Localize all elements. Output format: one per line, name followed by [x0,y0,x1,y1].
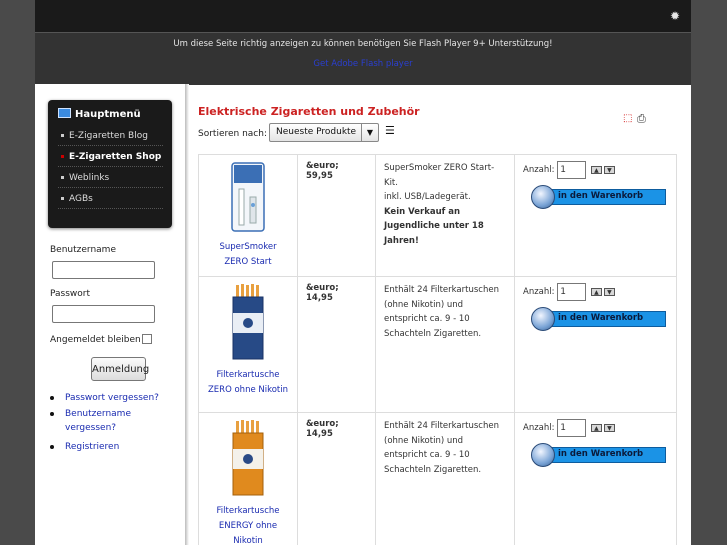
bullet-icon [61,154,64,158]
password-label: Passwort [50,289,91,299]
pdf-icon[interactable]: ⬚ [623,113,634,125]
cart-cell: Anzahl: 1 ▲ ▼ in den Warenkorb [514,412,677,545]
age-notice: Kein Verkauf an Jugendliche unter 18 Jah… [384,206,484,246]
table-row: SuperSmoker ZERO Start &euro; 59,95 Supe… [198,154,677,277]
product-image-cell: Filterkartusche ENERGY ohne Nikotin [198,412,298,545]
qty-decrease-icon[interactable]: ▼ [603,288,615,296]
gear-icon[interactable]: ✹ [669,10,681,22]
bullet-icon [61,175,64,179]
bullet-icon [61,133,64,137]
cart-button-label: in den Warenkorb [558,313,644,323]
cart-icon [531,185,555,209]
register-link[interactable]: Registrieren [50,440,180,454]
username-input[interactable] [52,261,155,279]
add-to-cart-button[interactable]: in den Warenkorb [531,307,666,331]
cart-icon [531,443,555,467]
menu-item-label: Weblinks [69,173,110,183]
top-bar: ✹ [35,0,691,32]
menu-item-label: E-Zigaretten Blog [69,131,148,141]
product-image[interactable] [230,161,266,233]
sort-selected-value: Neueste Produkte [276,127,357,137]
qty-increase-icon[interactable]: ▲ [590,288,602,296]
menu-item-label: AGBs [69,194,93,204]
remember-checkbox[interactable] [142,334,152,344]
qty-decrease-icon[interactable]: ▼ [603,166,615,174]
username-label: Benutzername [50,245,116,255]
remember-label: Angemeldet bleiben [50,335,141,345]
product-image-cell: Filterkartusche ZERO ohne Nikotin [198,276,298,413]
sidebar: Hauptmenü E-Zigaretten Blog E-Zigaretten… [35,84,185,545]
qty-decrease-icon[interactable]: ▼ [603,424,615,432]
sort-select[interactable]: Neueste Produkte ▼ [269,123,379,142]
qty-increase-icon[interactable]: ▲ [590,166,602,174]
bullet-icon [50,445,54,449]
bullet-icon [50,412,54,416]
product-description: Enthält 24 Filterkartuschen (ohne Nikoti… [375,412,515,545]
menu-item-weblinks[interactable]: Weblinks [58,168,163,188]
forgot-password-label: Passwort vergessen? [65,393,159,403]
cart-button-label: in den Warenkorb [558,191,644,201]
sort-label: Sortieren nach: [198,129,267,139]
sort-direction-icon[interactable]: ☰ [385,125,395,136]
product-image-cell: SuperSmoker ZERO Start [198,154,298,277]
qty-increase-icon[interactable]: ▲ [590,424,602,432]
menu-item-shop[interactable]: E-Zigaretten Shop [58,147,163,167]
menu-title-label: Hauptmenü [75,109,141,120]
menu-item-blog[interactable]: E-Zigaretten Blog [58,126,163,146]
main-menu: Hauptmenü E-Zigaretten Blog E-Zigaretten… [48,100,172,228]
product-table: SuperSmoker ZERO Start &euro; 59,95 Supe… [198,154,677,545]
register-label: Registrieren [65,442,120,452]
product-description: Enthält 24 Filterkartuschen (ohne Nikoti… [375,276,515,413]
quantity-input[interactable]: 1 [557,283,587,301]
quantity-input[interactable]: 1 [557,161,587,179]
print-icon[interactable]: ⎙ [637,113,650,125]
quantity-label: Anzahl: [523,287,555,297]
main-content: Elektrische Zigaretten und Zubehör ⬚ ⎙ S… [189,84,691,545]
description-text-2: inkl. USB/Ladegerät. [384,192,471,202]
bullet-icon [61,196,64,200]
menu-title: Hauptmenü [58,108,141,120]
cart-cell: Anzahl: 1 ▲ ▼ in den Warenkorb [514,276,677,413]
flash-message: Um diese Seite richtig anzeigen zu könne… [173,39,553,49]
product-name-link[interactable]: SuperSmoker ZERO Start [207,240,289,270]
forgot-username-label: Benutzername vergessen? [65,409,131,433]
flash-notice-bar: Um diese Seite richtig anzeigen zu könne… [35,32,691,85]
product-name-link[interactable]: Filterkartusche ENERGY ohne Nikotin [207,504,289,545]
add-to-cart-button[interactable]: in den Warenkorb [531,443,666,467]
add-to-cart-button[interactable]: in den Warenkorb [531,185,666,209]
cart-icon [531,307,555,331]
quantity-label: Anzahl: [523,423,555,433]
product-price: &euro; 14,95 [297,276,376,413]
get-flash-link[interactable]: Get Adobe Flash player [35,59,691,69]
description-text: SuperSmoker ZERO Start-Kit. [384,163,495,188]
page-title: Elektrische Zigaretten und Zubehör [198,105,420,118]
quantity-label: Anzahl: [523,165,555,175]
quantity-input[interactable]: 1 [557,419,587,437]
product-price: &euro; 59,95 [297,154,376,277]
product-image[interactable] [230,283,266,361]
monitor-icon [58,108,71,118]
login-button[interactable]: Anmeldung [91,357,149,381]
password-input[interactable] [52,305,155,323]
cart-button-label: in den Warenkorb [558,449,644,459]
product-price: &euro; 14,95 [297,412,376,545]
product-description: SuperSmoker ZERO Start-Kit. inkl. USB/La… [375,154,515,277]
page-frame: ✹ Um diese Seite richtig anzeigen zu kön… [35,0,691,545]
menu-item-agbs[interactable]: AGBs [58,189,163,209]
forgot-username-link[interactable]: Benutzername vergessen? [50,407,180,435]
cart-cell: Anzahl: 1 ▲ ▼ in den Warenkorb [514,154,677,277]
product-name-link[interactable]: Filterkartusche ZERO ohne Nikotin [207,368,289,398]
menu-item-label: E-Zigaretten Shop [69,152,162,162]
bullet-icon [50,396,54,400]
table-row: Filterkartusche ZERO ohne Nikotin &euro;… [198,276,677,413]
forgot-password-link[interactable]: Passwort vergessen? [50,391,180,405]
chevron-down-icon[interactable]: ▼ [361,124,378,141]
product-image[interactable] [230,419,266,497]
table-row: Filterkartusche ENERGY ohne Nikotin &eur… [198,412,677,545]
